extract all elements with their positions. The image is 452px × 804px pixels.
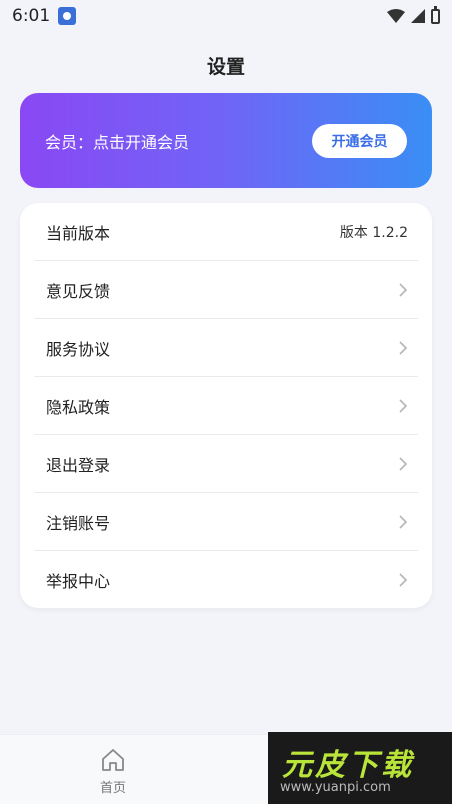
home-icon xyxy=(102,749,124,771)
status-icons xyxy=(387,5,440,24)
status-time: 6:01 xyxy=(12,6,51,26)
settings-item-label: 意见反馈 xyxy=(46,281,111,301)
page-title: 设置 xyxy=(206,56,245,78)
settings-item-feedback[interactable]: 意见反馈 xyxy=(34,261,418,319)
vip-banner[interactable]: 会员：点击开通会员 开通会员 xyxy=(20,93,432,188)
signal-icon xyxy=(411,9,425,23)
watermark-logo: 元皮下载 xyxy=(282,748,414,783)
settings-item-privacy-policy[interactable]: 隐私政策 xyxy=(34,377,418,435)
chevron-right-icon xyxy=(399,514,408,529)
nav-home-label: 首页 xyxy=(99,781,126,796)
chevron-right-icon xyxy=(399,398,408,413)
settings-item-label: 举报中心 xyxy=(46,572,111,591)
chevron-right-icon xyxy=(399,573,408,587)
settings-list: 当前版本 版本 1.2.2 意见反馈 服务协议 隐私政策 退出登录 注销账号 举… xyxy=(20,203,432,608)
settings-item-report-center[interactable]: 举报中心 xyxy=(34,551,418,609)
settings-item-service-agreement[interactable]: 服务协议 xyxy=(34,319,418,377)
watermark: 元皮下载 www.yuanpi.com xyxy=(268,732,452,804)
settings-item-logout[interactable]: 退出登录 xyxy=(34,435,418,493)
vip-text: 会员：点击开通会员 xyxy=(45,132,190,152)
settings-item-label: 注销账号 xyxy=(46,513,111,533)
wifi-icon xyxy=(387,9,405,23)
chevron-right-icon xyxy=(399,282,408,297)
version-value: 版本 1.2.2 xyxy=(339,224,408,241)
watermark-url: www.yuanpi.com xyxy=(280,780,391,795)
settings-item-label: 当前版本 xyxy=(46,223,111,243)
settings-item-label: 退出登录 xyxy=(46,455,111,475)
settings-item-label: 隐私政策 xyxy=(46,397,111,417)
settings-item-delete-account[interactable]: 注销账号 xyxy=(34,493,418,551)
battery-icon xyxy=(431,5,440,24)
app-notification-icon xyxy=(58,7,77,25)
chevron-right-icon xyxy=(399,456,408,471)
status-bar: 6:01 xyxy=(0,0,452,32)
settings-item-version: 当前版本 版本 1.2.2 xyxy=(34,203,418,261)
nav-tab-home[interactable]: 首页 xyxy=(93,747,133,799)
settings-item-label: 服务协议 xyxy=(46,339,111,359)
open-vip-button[interactable]: 开通会员 xyxy=(312,123,407,158)
chevron-right-icon xyxy=(399,340,408,355)
